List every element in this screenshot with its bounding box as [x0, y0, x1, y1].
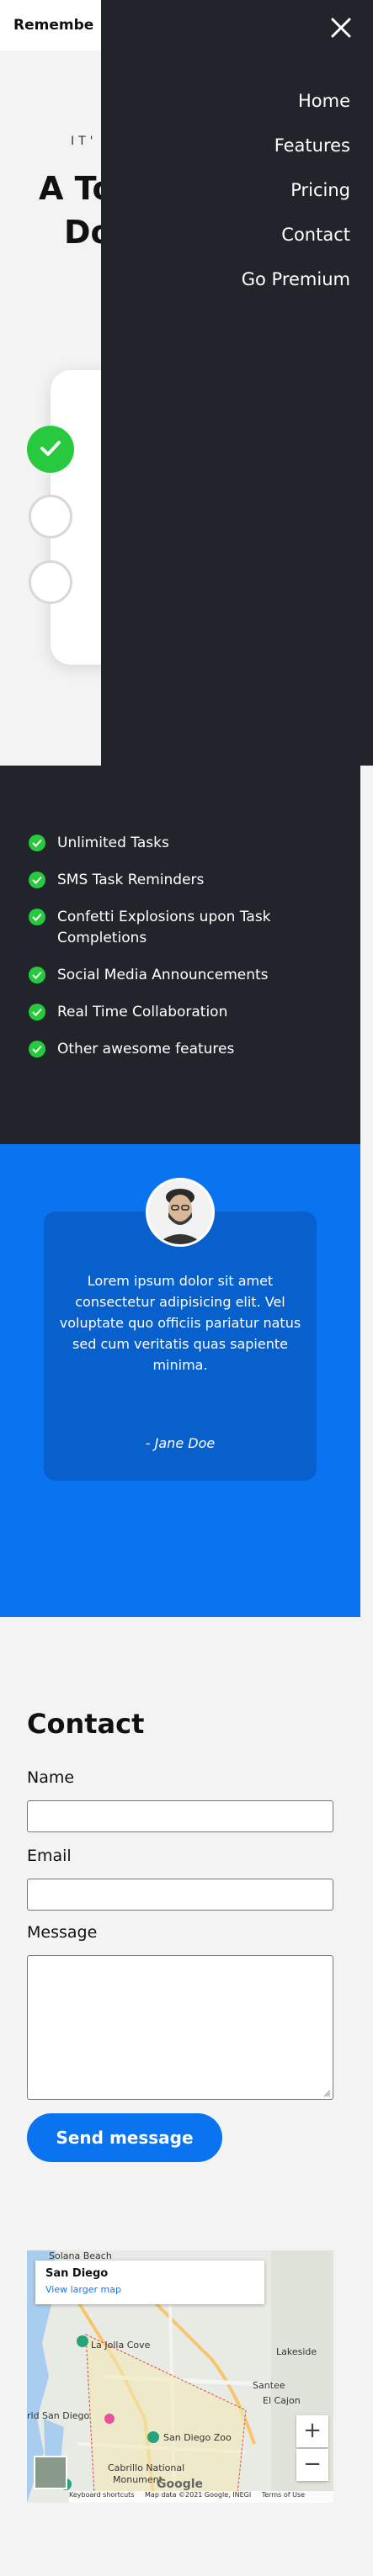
nav-item-home[interactable]: Home — [242, 91, 350, 135]
map-label: rld San Diego — [27, 2410, 90, 2421]
feature-item: Confetti Explosions upon Task Completion… — [29, 907, 349, 949]
check-icon — [29, 835, 45, 851]
check-icon — [29, 1041, 45, 1057]
resize-grip-icon[interactable] — [322, 2089, 331, 2097]
nav-item-contact[interactable]: Contact — [242, 225, 350, 269]
map-label: La Jolla Cove — [91, 2340, 151, 2351]
check-icon — [29, 967, 45, 983]
map-attribution: Map data ©2021 Google, INEGI — [145, 2491, 252, 2499]
checked-circle-icon[interactable] — [27, 426, 74, 473]
feature-item: Real Time Collaboration — [29, 1002, 349, 1023]
map-label: El Cajon — [263, 2395, 301, 2406]
contact-title: Contact — [27, 1708, 145, 1740]
testimonial-author: - Jane Doe — [145, 1435, 216, 1451]
map-label: Lakeside — [276, 2346, 317, 2357]
check-icon — [29, 872, 45, 888]
map-label: San Diego Zoo — [163, 2432, 232, 2443]
feature-label: SMS Task Reminders — [57, 872, 205, 888]
map-footer: Keyboard shortcuts Map data ©2021 Google… — [69, 2491, 333, 2503]
feature-item: Other awesome features — [29, 1039, 349, 1060]
send-message-button[interactable]: Send message — [27, 2113, 222, 2162]
features-list: Unlimited Tasks SMS Task Reminders Confe… — [29, 833, 349, 1076]
keyboard-shortcuts-link[interactable]: Keyboard shortcuts — [69, 2491, 134, 2499]
map-place-card: San Diego View larger map — [35, 2261, 264, 2304]
map-label: Santee — [253, 2380, 285, 2391]
avatar — [146, 1178, 215, 1247]
zoom-in-button[interactable]: + — [296, 2415, 328, 2447]
map-place-name: San Diego — [45, 2267, 109, 2280]
close-icon[interactable] — [328, 15, 354, 40]
feature-label: Other awesome features — [57, 1041, 235, 1057]
message-field[interactable] — [27, 1955, 333, 2100]
feature-item: SMS Task Reminders — [29, 870, 349, 891]
brand-logo[interactable]: Remembe — [13, 17, 93, 34]
nav-item-go-premium[interactable]: Go Premium — [242, 269, 350, 314]
nav-menu: Home Features Pricing Contact Go Premium — [242, 91, 350, 314]
view-larger-map-link[interactable]: View larger map — [45, 2284, 121, 2295]
terms-link[interactable]: Terms of Use — [262, 2491, 305, 2499]
feature-label: Confetti Explosions upon Task Completion… — [57, 909, 271, 946]
feature-label: Unlimited Tasks — [57, 835, 169, 851]
mobile-nav-panel: Home Features Pricing Contact Go Premium — [101, 0, 373, 766]
empty-circle-icon[interactable] — [29, 560, 72, 604]
email-field[interactable] — [27, 1879, 333, 1911]
features-section: Unlimited Tasks SMS Task Reminders Confe… — [0, 766, 360, 1144]
check-icon — [29, 1004, 45, 1020]
zoom-out-button[interactable]: − — [296, 2449, 328, 2481]
email-label: Email — [27, 1847, 72, 1865]
testimonial-quote: Lorem ipsum dolor sit amet consectetur a… — [59, 1273, 301, 1373]
google-logo: Google — [157, 2478, 204, 2491]
feature-label: Social Media Announcements — [57, 967, 269, 983]
satellite-toggle-thumbnail[interactable] — [34, 2456, 67, 2489]
embedded-map[interactable]: Solana Beach La Jolla Cove rld San Diego… — [27, 2250, 333, 2503]
name-field[interactable] — [27, 1800, 333, 1832]
map-label: Cabrillo National — [108, 2462, 185, 2473]
empty-circle-icon[interactable] — [29, 495, 72, 538]
feature-label: Real Time Collaboration — [57, 1004, 228, 1020]
check-icon — [29, 909, 45, 925]
message-label: Message — [27, 1923, 98, 1942]
name-label: Name — [27, 1768, 75, 1787]
feature-item: Unlimited Tasks — [29, 833, 349, 854]
hero-eyebrow: IT' — [71, 135, 98, 148]
nav-item-features[interactable]: Features — [242, 135, 350, 180]
map-label: Monument — [113, 2474, 163, 2485]
feature-item: Social Media Announcements — [29, 965, 349, 986]
testimonial-section: Lorem ipsum dolor sit amet consectetur a… — [0, 1144, 360, 1617]
nav-item-pricing[interactable]: Pricing — [242, 180, 350, 225]
